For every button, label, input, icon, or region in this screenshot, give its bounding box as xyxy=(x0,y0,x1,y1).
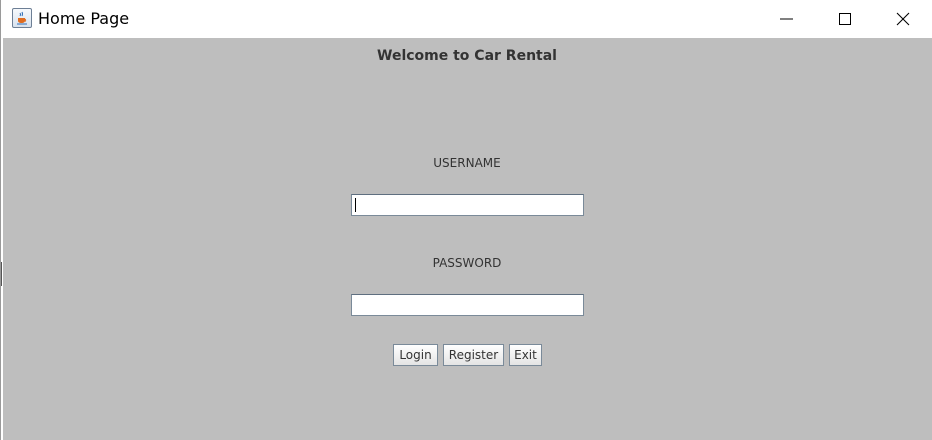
password-input[interactable] xyxy=(351,294,584,316)
password-label: PASSWORD xyxy=(432,256,502,270)
window-title: Home Page xyxy=(38,9,130,28)
app-window: Home Page Welcome to Car Rental USERNAME… xyxy=(0,0,932,440)
register-button[interactable]: Register xyxy=(443,344,504,366)
welcome-heading: Welcome to Car Rental xyxy=(377,48,557,64)
exit-button[interactable]: Exit xyxy=(509,344,542,366)
username-input[interactable] xyxy=(351,194,584,216)
minimize-button[interactable] xyxy=(758,0,816,38)
login-button[interactable]: Login xyxy=(393,344,438,366)
text-caret xyxy=(355,198,356,212)
window-edge-divider xyxy=(1,262,2,286)
title-bar[interactable]: Home Page xyxy=(2,0,932,38)
close-button[interactable] xyxy=(874,0,932,38)
java-cup-icon[interactable] xyxy=(12,8,32,28)
close-icon xyxy=(896,12,910,26)
username-label: USERNAME xyxy=(433,156,501,170)
maximize-button[interactable] xyxy=(816,0,874,38)
login-panel: Welcome to Car Rental USERNAME PASSWORD … xyxy=(3,38,932,440)
maximize-icon xyxy=(839,13,851,25)
minimize-icon xyxy=(780,18,793,20)
